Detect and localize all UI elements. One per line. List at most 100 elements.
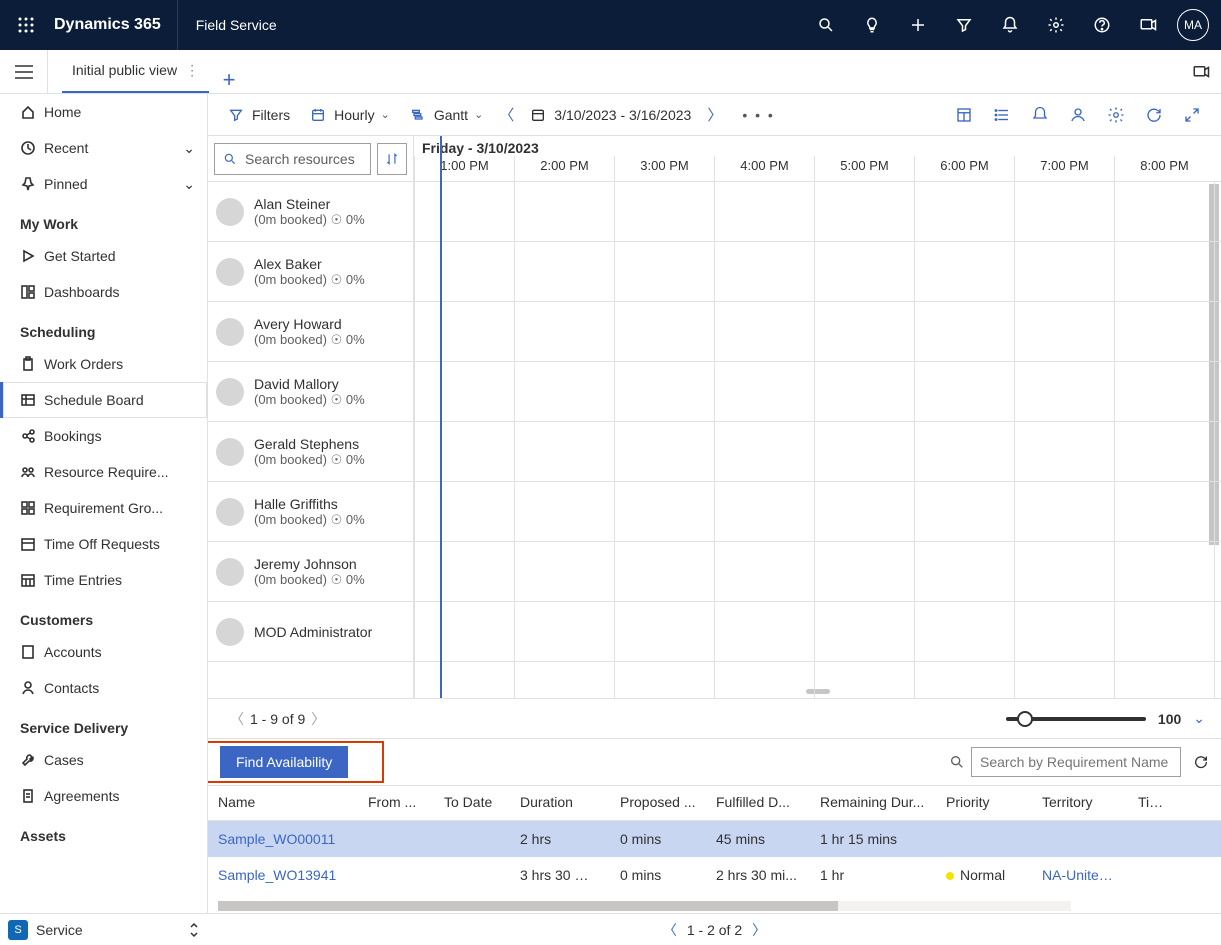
req-horizontal-scrollbar[interactable] xyxy=(218,901,838,911)
requirement-row[interactable]: Sample_WO00011 2 hrs 0 mins 45 mins 1 hr… xyxy=(208,821,1221,857)
req-name[interactable]: Sample_WO13941 xyxy=(208,859,358,891)
col-time[interactable]: Time... xyxy=(1128,786,1178,820)
req-pager-prev[interactable]: 〈 xyxy=(653,920,687,940)
find-availability-button[interactable]: Find Availability xyxy=(220,746,348,778)
building-icon xyxy=(20,644,44,660)
date-range-label[interactable]: 3/10/2023 - 3/16/2023 xyxy=(554,107,691,123)
req-pager-next[interactable]: 〉 xyxy=(742,920,776,940)
resource-pager-prev[interactable]: 〈 xyxy=(224,709,250,729)
date-prev-button[interactable]: 〈 xyxy=(493,104,520,125)
req-name[interactable]: Sample_WO00011 xyxy=(208,823,358,855)
nav-header: Assets xyxy=(0,814,207,850)
avatar xyxy=(216,198,244,226)
nav-item-contacts[interactable]: Contacts xyxy=(0,670,207,706)
search-icon[interactable] xyxy=(803,16,849,34)
person-icon[interactable] xyxy=(1059,106,1097,124)
sort-button[interactable] xyxy=(377,143,407,175)
dash-icon xyxy=(20,284,44,300)
gear-icon[interactable] xyxy=(1033,16,1079,34)
resource-row[interactable]: MOD Administrator xyxy=(208,602,413,662)
teams-icon[interactable] xyxy=(1125,16,1171,34)
nav-item-dashboards[interactable]: Dashboards xyxy=(0,274,207,310)
nav-item-bookings[interactable]: Bookings xyxy=(0,418,207,454)
hourly-dropdown[interactable]: Hourly⌄ xyxy=(300,94,400,135)
tab-initial-public-view[interactable]: Initial public view ⋮ xyxy=(62,49,209,93)
resource-row[interactable]: Avery Howard(0m booked) ☉ 0% xyxy=(208,302,413,362)
list-icon[interactable] xyxy=(983,106,1021,124)
clock-icon xyxy=(20,140,44,156)
nav-item-agreements[interactable]: Agreements xyxy=(0,778,207,814)
col-fulfilled[interactable]: Fulfilled D... xyxy=(706,786,810,820)
col-priority[interactable]: Priority xyxy=(936,786,1032,820)
nav-item-cases[interactable]: Cases xyxy=(0,742,207,778)
req-search-icon xyxy=(949,754,965,770)
col-territory[interactable]: Territory xyxy=(1032,786,1128,820)
bell2-icon[interactable] xyxy=(1021,106,1059,124)
area-badge: S xyxy=(8,920,28,940)
gantt-day-label: Friday - 3/10/2023 xyxy=(414,136,1221,156)
user-avatar[interactable]: MA xyxy=(1177,9,1209,41)
nav-item-get-started[interactable]: Get Started xyxy=(0,238,207,274)
col-proposed[interactable]: Proposed ... xyxy=(610,786,706,820)
filters-button[interactable]: Filters xyxy=(218,94,300,135)
nav-item-pinned[interactable]: Pinned⌄ xyxy=(0,166,207,202)
resource-row[interactable]: Alex Baker(0m booked) ☉ 0% xyxy=(208,242,413,302)
gantt-resize-handle[interactable] xyxy=(806,689,830,694)
resource-name: MOD Administrator xyxy=(254,624,372,640)
nav-item-time-entries[interactable]: Time Entries xyxy=(0,562,207,598)
resource-row[interactable]: David Mallory(0m booked) ☉ 0% xyxy=(208,362,413,422)
date-next-button[interactable]: 〉 xyxy=(701,104,728,125)
area-label: Service xyxy=(36,922,83,938)
person-icon xyxy=(20,680,44,696)
resource-pager-next[interactable]: 〉 xyxy=(305,709,331,729)
bell-icon[interactable] xyxy=(987,16,1033,34)
tab-menu-icon[interactable]: ⋮ xyxy=(185,62,199,79)
nav-item-accounts[interactable]: Accounts xyxy=(0,634,207,670)
col-duration[interactable]: Duration xyxy=(510,786,610,820)
resource-name: David Mallory xyxy=(254,376,365,392)
calgrid-icon xyxy=(20,572,44,588)
resource-row[interactable]: Halle Griffiths(0m booked) ☉ 0% xyxy=(208,482,413,542)
nav-label: Agreements xyxy=(44,788,119,804)
nav-item-home[interactable]: Home xyxy=(0,94,207,130)
resource-row[interactable]: Jeremy Johnson(0m booked) ☉ 0% xyxy=(208,542,413,602)
gantt-dropdown[interactable]: Gantt⌄ xyxy=(400,94,493,135)
avatar xyxy=(216,258,244,286)
filter-icon[interactable] xyxy=(941,16,987,34)
area-switcher-chevron[interactable] xyxy=(188,922,200,938)
resource-row[interactable]: Gerald Stephens(0m booked) ☉ 0% xyxy=(208,422,413,482)
resource-pager-label: 1 - 9 of 9 xyxy=(250,711,305,727)
plus-icon[interactable] xyxy=(895,16,941,34)
nav-item-work-orders[interactable]: Work Orders xyxy=(0,346,207,382)
col-to[interactable]: To Date xyxy=(434,786,510,820)
col-remaining[interactable]: Remaining Dur... xyxy=(810,786,936,820)
lightbulb-icon[interactable] xyxy=(849,16,895,34)
menu-toggle-icon[interactable] xyxy=(0,50,48,93)
details-icon[interactable] xyxy=(945,106,983,124)
col-from[interactable]: From ... xyxy=(358,786,434,820)
resource-search-input[interactable]: Search resources xyxy=(214,143,371,175)
nav-item-resource-require-[interactable]: Resource Require... xyxy=(0,454,207,490)
nav-item-time-off-requests[interactable]: Time Off Requests xyxy=(0,526,207,562)
req-refresh-icon[interactable] xyxy=(1187,754,1215,770)
requirement-row[interactable]: Sample_WO13941 3 hrs 30 mi... 0 mins 2 h… xyxy=(208,857,1221,893)
gear2-icon[interactable] xyxy=(1097,106,1135,124)
area-switcher[interactable]: S Service xyxy=(0,913,208,945)
expand-icon[interactable] xyxy=(1173,106,1211,124)
more-actions-button[interactable]: • • • xyxy=(728,107,788,123)
waffle-icon[interactable] xyxy=(6,17,46,33)
nav-item-recent[interactable]: Recent⌄ xyxy=(0,130,207,166)
nav-item-requirement-gro-[interactable]: Requirement Gro... xyxy=(0,490,207,526)
zoom-dropdown[interactable]: ⌄ xyxy=(1193,710,1205,727)
teams-panel-icon[interactable] xyxy=(1181,50,1221,93)
requirement-search-input[interactable] xyxy=(971,747,1181,777)
play-icon xyxy=(20,248,44,264)
resource-row[interactable]: Alan Steiner(0m booked) ☉ 0% xyxy=(208,182,413,242)
zoom-slider[interactable] xyxy=(1006,717,1146,721)
col-name[interactable]: Name xyxy=(208,786,358,820)
board-toolbar: Filters Hourly⌄ Gantt⌄ 〈 3/10/2023 - 3/1… xyxy=(208,94,1221,136)
help-icon[interactable] xyxy=(1079,16,1125,34)
refresh-icon[interactable] xyxy=(1135,106,1173,124)
nav-item-schedule-board[interactable]: Schedule Board xyxy=(0,382,207,418)
add-tab-button[interactable]: + xyxy=(209,67,249,93)
